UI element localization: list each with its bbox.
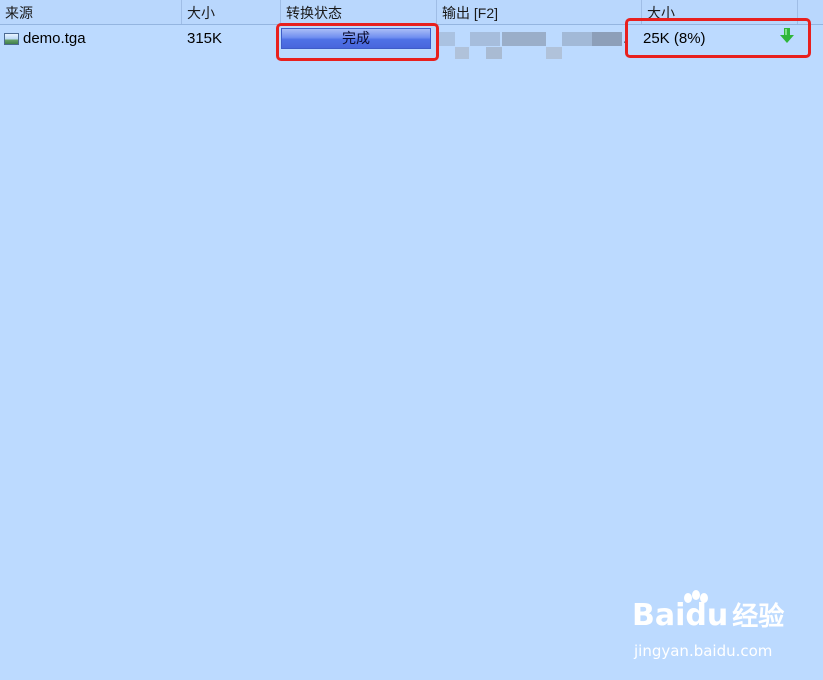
- watermark-brand-suffix: 经验: [732, 602, 785, 632]
- column-header-size[interactable]: 大小: [182, 0, 281, 24]
- column-header-output[interactable]: 输出 [F2]: [437, 0, 642, 24]
- paw-logo-icon: [684, 590, 708, 603]
- image-file-icon: [4, 33, 19, 45]
- column-header-status[interactable]: 转换状态: [281, 0, 437, 24]
- watermark-brand-left: Bai: [632, 598, 686, 633]
- status-highlight-box: [276, 23, 439, 61]
- column-header-source[interactable]: 来源: [0, 0, 182, 24]
- baidu-jingyan-watermark: Baidu 经验 jingyan.baidu.com: [632, 590, 812, 666]
- watermark-url: jingyan.baidu.com: [634, 642, 773, 660]
- size-highlight-box: [625, 18, 811, 58]
- source-filename: demo.tga: [23, 30, 86, 47]
- source-size: 315K: [187, 30, 223, 47]
- file-list-pane[interactable]: 来源 大小 转换状态 输出 [F2] 大小 demo.tga 315K 完成 .…: [0, 0, 823, 680]
